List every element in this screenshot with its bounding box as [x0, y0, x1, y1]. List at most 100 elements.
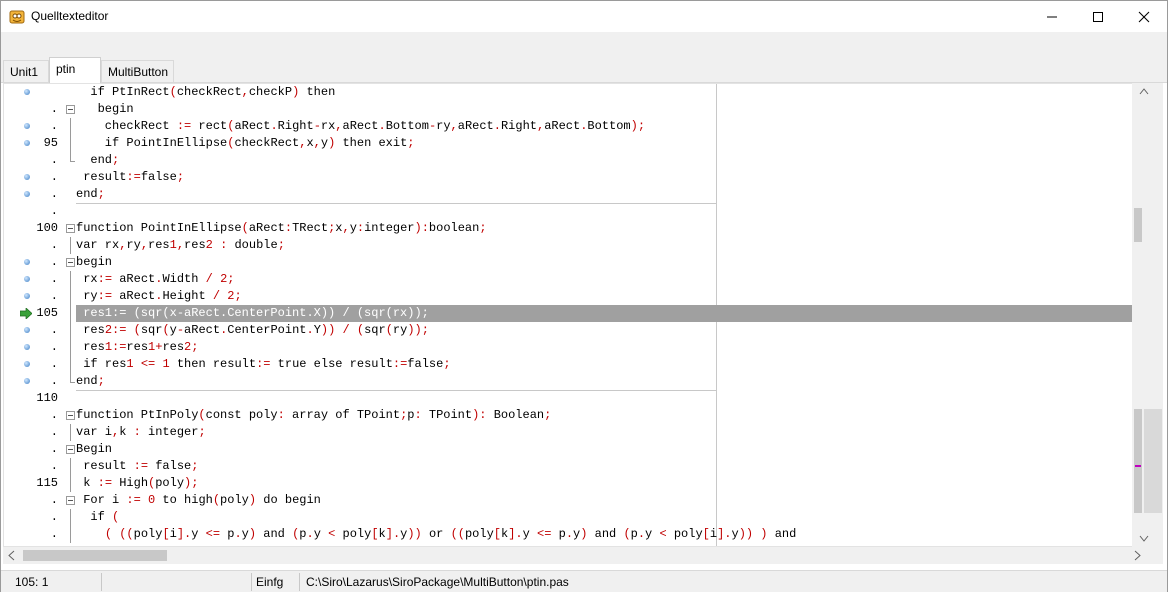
- scroll-left-button[interactable]: [3, 547, 20, 564]
- fold-column[interactable]: [64, 84, 76, 546]
- breakpoint-dot-icon[interactable]: [24, 344, 30, 350]
- code-line[interactable]: end;: [76, 373, 1134, 390]
- line-number: 105: [36, 306, 58, 320]
- code-line[interactable]: result := false;: [76, 458, 1134, 475]
- code-line[interactable]: if res1 <= 1 then result:= true else res…: [76, 356, 1134, 373]
- code-line[interactable]: res1:=res1+res2;: [76, 339, 1134, 356]
- fold-toggle[interactable]: [66, 105, 75, 114]
- breakpoint-dot-icon[interactable]: [24, 276, 30, 282]
- code-line[interactable]: var rx,ry,res1,res2 : double;: [76, 237, 1134, 254]
- code-line[interactable]: function PtInPoly(const poly: array of T…: [76, 407, 1134, 424]
- gutter-line[interactable]: 105: [4, 305, 64, 322]
- gutter-line[interactable]: .: [4, 271, 64, 288]
- gutter-line[interactable]: .: [4, 152, 64, 169]
- fold-toggle[interactable]: [66, 411, 75, 420]
- gutter-line[interactable]: 110: [4, 390, 64, 407]
- code-line[interactable]: Begin: [76, 441, 1134, 458]
- code-line[interactable]: end;: [76, 186, 1134, 203]
- fold-toggle[interactable]: [66, 224, 75, 233]
- code-line[interactable]: end;: [76, 152, 1134, 169]
- code-line[interactable]: function PointInEllipse(aRect:TRect;x,y:…: [76, 220, 1134, 237]
- chevron-up-icon: [1139, 88, 1149, 95]
- code-line[interactable]: For i := 0 to high(poly) do begin: [76, 492, 1134, 509]
- vertical-scrollbar[interactable]: [1132, 83, 1163, 547]
- minimize-button[interactable]: [1029, 1, 1075, 32]
- title-bar: Quelltexteditor: [1, 1, 1167, 32]
- gutter-line[interactable]: .: [4, 458, 64, 475]
- scroll-thumb[interactable]: [1134, 409, 1142, 513]
- gutter-line[interactable]: 115: [4, 475, 64, 492]
- gutter-line[interactable]: .: [4, 322, 64, 339]
- gutter-line[interactable]: [4, 84, 64, 101]
- horizontal-scrollbar[interactable]: [3, 547, 1163, 564]
- gutter-line[interactable]: .: [4, 254, 64, 271]
- scroll-up-button[interactable]: [1132, 83, 1163, 100]
- cursor-position: 105: 1: [15, 575, 49, 589]
- breakpoint-dot-icon[interactable]: [24, 361, 30, 367]
- code-line[interactable]: if (: [76, 509, 1134, 526]
- code-line[interactable]: result:=false;: [76, 169, 1134, 186]
- close-button[interactable]: [1121, 1, 1167, 32]
- gutter-line[interactable]: .: [4, 509, 64, 526]
- code-line[interactable]: begin: [76, 101, 1134, 118]
- line-gutter[interactable]: .. 95.... 100.... 105.... 110.... 115...: [4, 84, 64, 546]
- code-line[interactable]: [76, 203, 1134, 220]
- gutter-line[interactable]: .: [4, 288, 64, 305]
- gutter-line[interactable]: .: [4, 492, 64, 509]
- fold-guide: [70, 339, 71, 356]
- code-line[interactable]: if PtInRect(checkRect,checkP) then: [76, 84, 1134, 101]
- gutter-line[interactable]: .: [4, 101, 64, 118]
- gutter-line[interactable]: .: [4, 373, 64, 390]
- gutter-line[interactable]: .: [4, 441, 64, 458]
- maximize-button[interactable]: [1075, 1, 1121, 32]
- code-line[interactable]: ry:= aRect.Height / 2;: [76, 288, 1134, 305]
- code-line[interactable]: ( ((poly[i].y <= p.y) and (p.y < poly[k]…: [76, 526, 1134, 543]
- gutter-line[interactable]: .: [4, 339, 64, 356]
- code-line[interactable]: if PointInEllipse(checkRect,x,y) then ex…: [76, 135, 1134, 152]
- scroll-down-button[interactable]: [1132, 530, 1163, 547]
- scroll-track-highlight: [1144, 409, 1162, 513]
- gutter-line[interactable]: .: [4, 407, 64, 424]
- gutter-line[interactable]: .: [4, 169, 64, 186]
- breakpoint-dot-icon[interactable]: [24, 327, 30, 333]
- breakpoint-dot-icon[interactable]: [24, 89, 30, 95]
- fold-toggle[interactable]: [66, 445, 75, 454]
- breakpoint-dot-icon[interactable]: [24, 191, 30, 197]
- breakpoint-dot-icon[interactable]: [24, 174, 30, 180]
- gutter-line[interactable]: .: [4, 526, 64, 543]
- horizontal-scroll-thumb[interactable]: [23, 550, 167, 561]
- breakpoint-dot-icon[interactable]: [24, 140, 30, 146]
- gutter-line[interactable]: .: [4, 118, 64, 135]
- execution-line[interactable]: res1:= (sqr(x-aRect.CenterPoint.X)) / (s…: [76, 305, 1134, 322]
- chevron-down-icon: [1139, 535, 1149, 542]
- code-editor[interactable]: .. 95.... 100.... 105.... 110.... 115... if P…: [3, 83, 1163, 547]
- breakpoint-dot-icon[interactable]: [24, 293, 30, 299]
- tab-ptin[interactable]: ptin: [49, 57, 101, 83]
- code-line[interactable]: k := High(poly);: [76, 475, 1134, 492]
- tab-multibutton[interactable]: MultiButton: [101, 60, 174, 82]
- code-line[interactable]: begin: [76, 254, 1134, 271]
- code-line[interactable]: var i,k : integer;: [76, 424, 1134, 441]
- gutter-line[interactable]: .: [4, 186, 64, 203]
- code-line[interactable]: [76, 390, 1134, 407]
- gutter-line[interactable]: 100: [4, 220, 64, 237]
- line-number: .: [50, 323, 58, 337]
- tab-unit1[interactable]: Unit1: [3, 60, 49, 82]
- fold-toggle[interactable]: [66, 496, 75, 505]
- fold-toggle[interactable]: [66, 258, 75, 267]
- code-line[interactable]: checkRect := rect(aRect.Right-rx,aRect.B…: [76, 118, 1134, 135]
- breakpoint-dot-icon[interactable]: [24, 123, 30, 129]
- code-line[interactable]: res2:= (sqr(y-aRect.CenterPoint.Y)) / (s…: [76, 322, 1134, 339]
- scroll-overview-thumb[interactable]: [1134, 208, 1142, 242]
- gutter-line[interactable]: .: [4, 203, 64, 220]
- gutter-line[interactable]: 95: [4, 135, 64, 152]
- breakpoint-dot-icon[interactable]: [24, 378, 30, 384]
- gutter-line[interactable]: .: [4, 237, 64, 254]
- gutter-line[interactable]: .: [4, 356, 64, 373]
- code-line[interactable]: rx:= aRect.Width / 2;: [76, 271, 1134, 288]
- breakpoint-dot-icon[interactable]: [24, 259, 30, 265]
- code-area[interactable]: if PtInRect(checkRect,checkP) then begin…: [76, 84, 1134, 546]
- scroll-right-button[interactable]: [1129, 547, 1146, 564]
- gutter-line[interactable]: .: [4, 424, 64, 441]
- fold-guide: [70, 288, 71, 305]
